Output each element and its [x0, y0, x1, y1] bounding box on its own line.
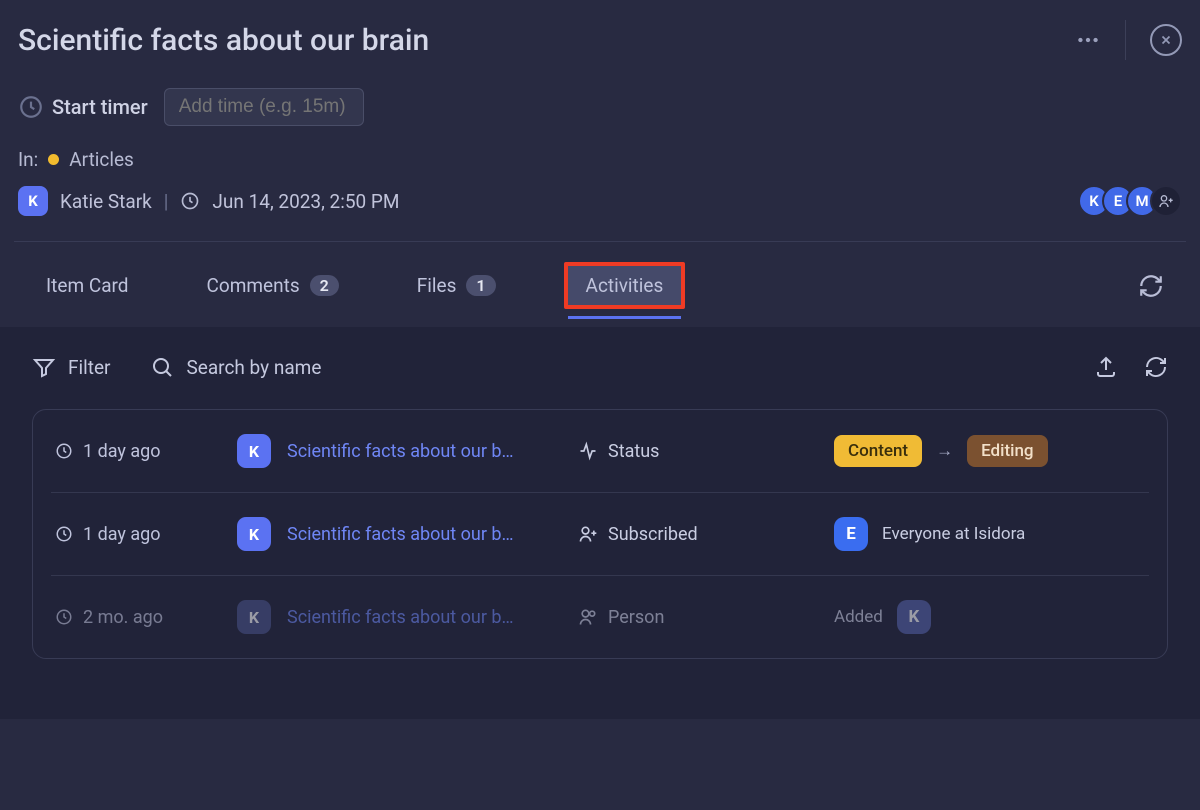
category-dot-icon — [48, 154, 59, 165]
sync-icon[interactable] — [1144, 355, 1168, 379]
activity-value: Content → Editing — [834, 435, 1145, 467]
category-row: In: Articles — [18, 148, 1182, 171]
filter-label: Filter — [68, 356, 110, 379]
category-name[interactable]: Articles — [69, 148, 134, 171]
meta-section: In: Articles K Katie Stark | Jun 14, 202… — [0, 148, 1200, 231]
activity-toolbar: Filter Search by name — [32, 355, 1168, 379]
time-text: 1 day ago — [83, 524, 161, 545]
tab-files[interactable]: Files 1 — [407, 266, 506, 305]
clock-icon — [180, 191, 200, 211]
author-avatar[interactable]: K — [18, 186, 48, 216]
actor-avatar[interactable]: K — [237, 517, 271, 551]
author-name[interactable]: Katie Stark — [60, 190, 152, 213]
search-icon — [150, 355, 174, 379]
activity-time: 2 mo. ago — [55, 607, 205, 628]
files-count-badge: 1 — [466, 275, 495, 296]
search-input[interactable]: Search by name — [150, 355, 321, 379]
clock-icon — [55, 525, 73, 543]
activity-type: Subscribed — [578, 524, 818, 545]
more-icon[interactable] — [1075, 27, 1101, 53]
clock-icon — [55, 608, 73, 626]
actor-avatar[interactable]: K — [237, 434, 271, 468]
person-add-icon — [578, 524, 598, 544]
filter-icon — [32, 355, 56, 379]
add-person-icon[interactable] — [1150, 185, 1182, 217]
person-icon — [578, 607, 598, 627]
refresh-icon[interactable] — [1138, 273, 1164, 299]
in-label: In: — [18, 148, 38, 171]
tab-item-card[interactable]: Item Card — [36, 266, 139, 305]
value-avatar[interactable]: K — [897, 600, 931, 634]
export-icon[interactable] — [1094, 355, 1118, 379]
status-tag-from: Content — [834, 435, 922, 467]
header-actions — [1075, 20, 1182, 60]
added-label: Added — [834, 607, 883, 627]
activity-row[interactable]: 2 mo. ago K Scientific facts about our b… — [51, 576, 1149, 658]
activity-item-link[interactable]: Scientific facts about our b… — [287, 607, 552, 628]
toolbar-right — [1094, 355, 1168, 379]
activity-type: Person — [578, 607, 818, 628]
activity-type-label: Subscribed — [608, 524, 698, 545]
activity-row[interactable]: 1 day ago K Scientific facts about our b… — [51, 493, 1149, 576]
author-info: K Katie Stark | Jun 14, 2023, 2:50 PM — [18, 186, 399, 216]
close-icon[interactable] — [1150, 24, 1182, 56]
header: Scientific facts about our brain — [0, 0, 1200, 88]
time-text: 1 day ago — [83, 441, 161, 462]
timer-row: Start timer — [0, 88, 1200, 148]
activity-value: E Everyone at Isidora — [834, 517, 1145, 551]
activity-type-label: Status — [608, 441, 659, 462]
comments-count-badge: 2 — [310, 275, 339, 296]
arrow-right-icon: → — [936, 441, 953, 461]
activity-type: Status — [578, 441, 818, 462]
activity-value: Added K — [834, 600, 1145, 634]
activity-time: 1 day ago — [55, 441, 205, 462]
divider — [1125, 20, 1126, 60]
activity-icon — [578, 441, 598, 461]
clock-icon — [55, 442, 73, 460]
search-placeholder: Search by name — [186, 356, 321, 379]
time-text: 2 mo. ago — [83, 607, 163, 628]
tab-comments[interactable]: Comments 2 — [197, 266, 349, 305]
value-avatar[interactable]: E — [834, 517, 868, 551]
tabs-list: Item Card Comments 2 Files 1 Activities — [36, 262, 685, 309]
page-title: Scientific facts about our brain — [18, 23, 429, 58]
actor-avatar[interactable]: K — [237, 600, 271, 634]
activity-body: Filter Search by name 1 day ago — [0, 327, 1200, 719]
start-timer-button[interactable]: Start timer — [18, 94, 148, 120]
value-text: Everyone at Isidora — [882, 524, 1025, 544]
activity-time: 1 day ago — [55, 524, 205, 545]
add-time-input[interactable] — [164, 88, 364, 126]
separator: | — [164, 190, 169, 213]
toolbar-left: Filter Search by name — [32, 355, 321, 379]
timer-icon — [18, 94, 44, 120]
activity-row[interactable]: 1 day ago K Scientific facts about our b… — [51, 410, 1149, 493]
activity-item-link[interactable]: Scientific facts about our b… — [287, 441, 552, 462]
tab-comments-label: Comments — [207, 274, 300, 297]
status-tag-to: Editing — [967, 435, 1047, 467]
tab-activities[interactable]: Activities — [564, 262, 686, 309]
author-row: K Katie Stark | Jun 14, 2023, 2:50 PM K … — [18, 185, 1182, 217]
activity-type-label: Person — [608, 607, 664, 628]
avatar-group[interactable]: K E M — [1086, 185, 1182, 217]
filter-button[interactable]: Filter — [32, 355, 110, 379]
activity-list: 1 day ago K Scientific facts about our b… — [32, 409, 1168, 659]
activity-item-link[interactable]: Scientific facts about our b… — [287, 524, 552, 545]
timestamp: Jun 14, 2023, 2:50 PM — [212, 190, 399, 213]
tab-files-label: Files — [417, 274, 457, 297]
start-timer-label: Start timer — [52, 95, 148, 119]
tabs: Item Card Comments 2 Files 1 Activities — [0, 242, 1200, 327]
